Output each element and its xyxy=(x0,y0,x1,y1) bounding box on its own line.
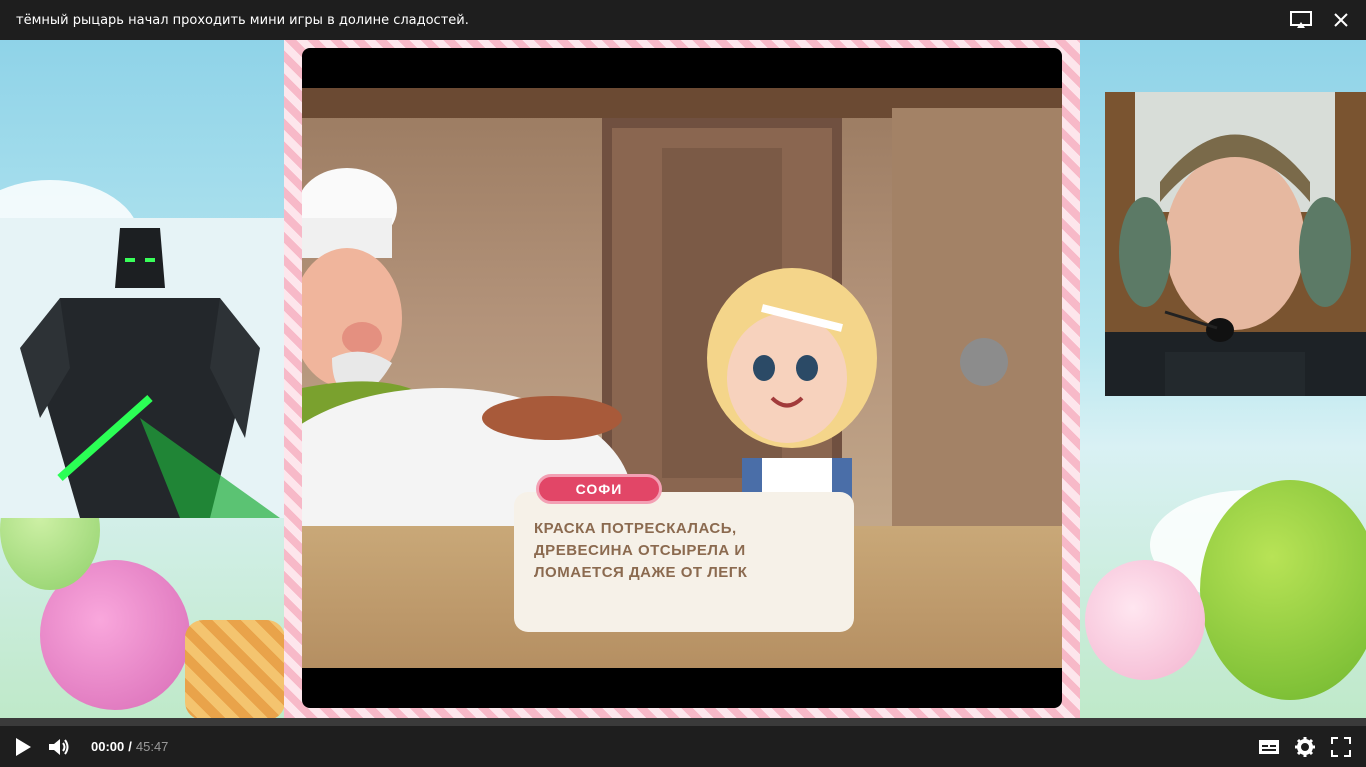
right-controls xyxy=(1258,726,1352,767)
dark-knight-image xyxy=(0,218,287,518)
sofi-character xyxy=(707,268,877,528)
waffle xyxy=(185,620,285,718)
video-frame[interactable]: СОФИ КРАСКА ПОТРЕСКАЛАСЬ, ДРЕВЕСИНА ОТСЫ… xyxy=(0,40,1366,718)
fullscreen-icon[interactable] xyxy=(1330,736,1352,758)
close-icon[interactable] xyxy=(1330,9,1352,31)
door-knob xyxy=(960,338,1008,386)
candy-house xyxy=(1085,560,1205,680)
current-time: 00:00 xyxy=(91,739,125,754)
dialog-box[interactable]: СОФИ КРАСКА ПОТРЕСКАЛАСЬ, ДРЕВЕСИНА ОТСЫ… xyxy=(514,474,854,632)
volume-icon[interactable] xyxy=(48,736,70,758)
speaker-name: СОФИ xyxy=(536,474,662,504)
time-separator: / xyxy=(128,739,132,754)
dialog-text: КРАСКА ПОТРЕСКАЛАСЬ, ДРЕВЕСИНА ОТСЫРЕЛА … xyxy=(534,520,748,581)
webcam-overlay xyxy=(1105,92,1366,396)
bush xyxy=(1200,480,1366,700)
video-player: тёмный рыцарь начал проходить мини игры … xyxy=(0,0,1366,767)
bakery-scene: СОФИ КРАСКА ПОТРЕСКАЛАСЬ, ДРЕВЕСИНА ОТСЫ… xyxy=(302,88,1062,668)
time-display: 00:00 / 45:47 xyxy=(91,726,168,767)
title-bar-actions xyxy=(1290,0,1352,40)
total-time: 45:47 xyxy=(135,739,169,754)
wall-panel xyxy=(892,108,1062,548)
gear-icon[interactable] xyxy=(1294,736,1316,758)
game-frame: СОФИ КРАСКА ПОТРЕСКАЛАСЬ, ДРЕВЕСИНА ОТСЫ… xyxy=(284,40,1080,718)
title-bar: тёмный рыцарь начал проходить мини игры … xyxy=(0,0,1366,40)
play-icon[interactable] xyxy=(12,736,34,758)
video-title: тёмный рыцарь начал проходить мини игры … xyxy=(16,12,469,28)
control-bar: 00:00 / 45:47 xyxy=(0,726,1366,767)
cast-icon[interactable] xyxy=(1290,9,1312,31)
game-screen[interactable]: СОФИ КРАСКА ПОТРЕСКАЛАСЬ, ДРЕВЕСИНА ОТСЫ… xyxy=(302,48,1062,708)
progress-bar[interactable] xyxy=(0,718,1366,726)
subtitles-icon[interactable] xyxy=(1258,736,1280,758)
